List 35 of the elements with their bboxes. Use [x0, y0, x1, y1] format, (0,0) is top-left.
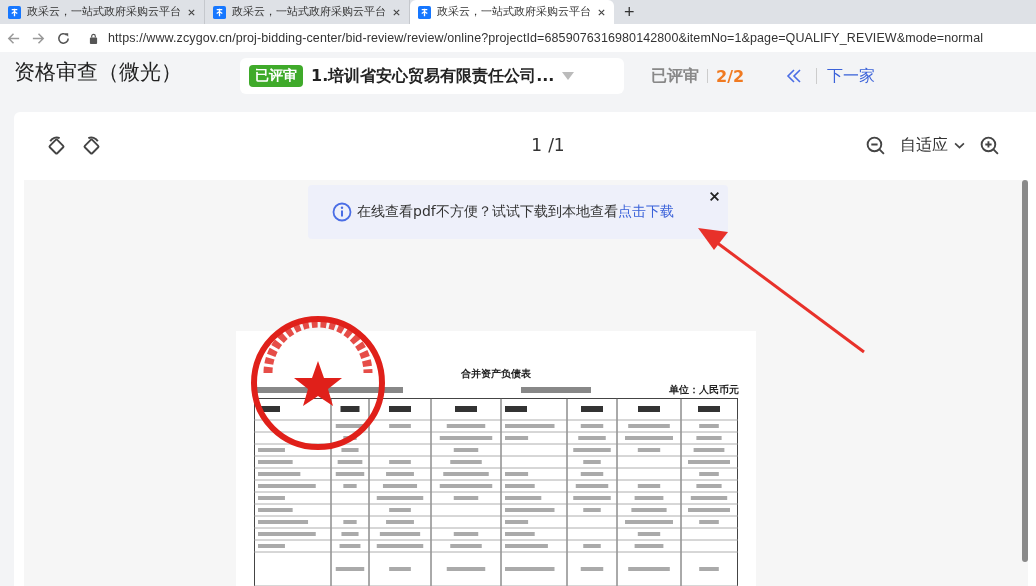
site-icon	[8, 5, 21, 19]
zoom-out-icon[interactable]	[865, 134, 886, 156]
download-link[interactable]: 点击下载	[617, 203, 674, 221]
status-badge: 已评审	[249, 65, 303, 87]
scrollbar[interactable]	[1022, 180, 1028, 562]
site-icon	[418, 5, 431, 19]
next-link[interactable]: 下一家	[827, 65, 876, 87]
info-icon	[332, 202, 352, 222]
close-icon[interactable]	[392, 7, 401, 17]
supplier-name: 1.培训省安心贸易有限责任公司...	[311, 65, 555, 87]
review-status: 已评审	[651, 65, 699, 87]
page-title: 资格审查（微光）	[14, 59, 183, 86]
caret-icon	[562, 72, 575, 80]
page-total: /1	[548, 135, 565, 155]
progress-count: 2/2	[716, 66, 745, 86]
site-icon	[213, 5, 226, 19]
browser-tab[interactable]: 政采云，一站式政府采购云平台	[410, 0, 614, 24]
reload-icon[interactable]	[56, 30, 71, 46]
close-icon[interactable]	[709, 191, 720, 202]
new-tab-button[interactable]: +	[614, 0, 645, 24]
zoom-in-icon[interactable]	[979, 134, 1000, 156]
double-chevron-icon[interactable]	[786, 68, 803, 84]
rotate-left-icon[interactable]	[46, 134, 67, 156]
close-icon[interactable]	[187, 7, 196, 17]
rotate-right-icon[interactable]	[81, 134, 102, 156]
chevron-down-icon	[954, 141, 965, 149]
notice-text: 在线查看pdf不方便？试试下载到本地查看	[357, 203, 618, 221]
close-icon[interactable]	[597, 7, 606, 17]
unit-label: 单位：人民币元	[669, 383, 739, 397]
supplier-select[interactable]: 已评审 1.培训省安心贸易有限责任公司...	[240, 58, 624, 94]
lock-icon	[89, 32, 98, 44]
document-title: 合并资产负债表	[461, 367, 531, 381]
page-number: 1	[531, 135, 543, 155]
date-line-drawing	[521, 386, 591, 394]
zoom-select[interactable]: 自适应	[894, 134, 971, 156]
